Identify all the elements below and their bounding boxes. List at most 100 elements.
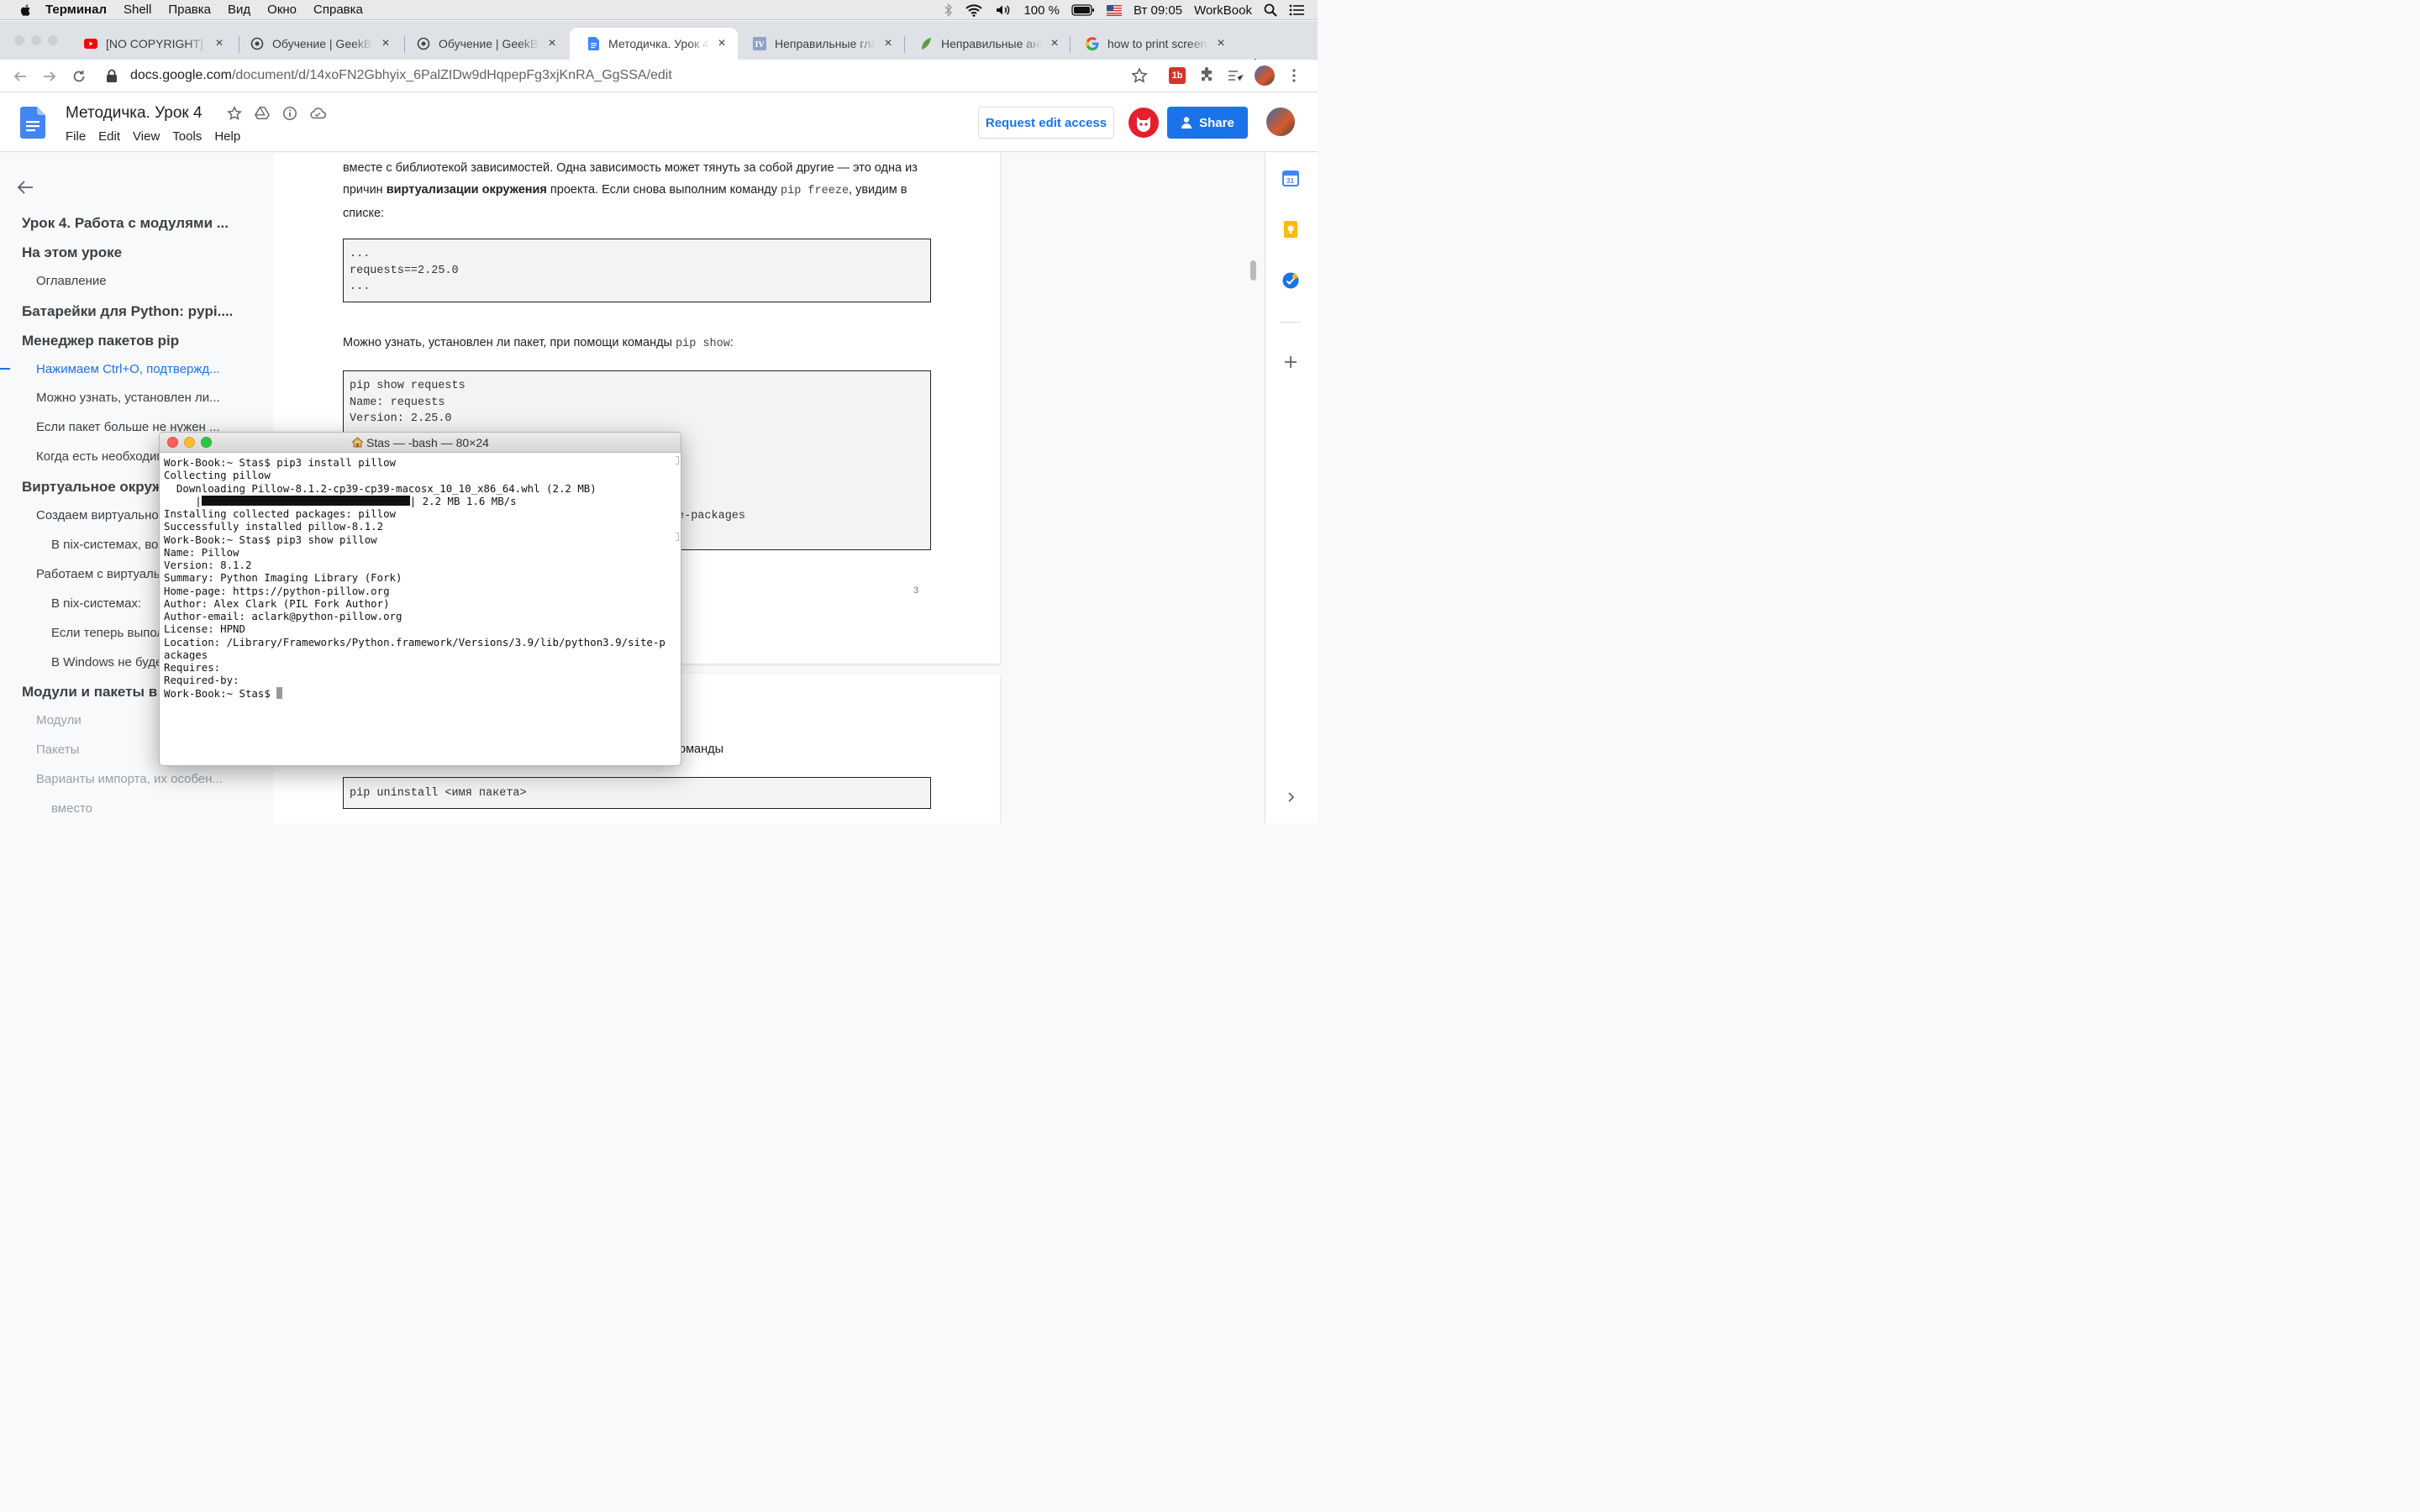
browser-tab[interactable]: Обучение | GeekBra × [234, 28, 402, 60]
reload-icon[interactable] [69, 66, 89, 87]
window-minimize-button[interactable] [31, 35, 41, 45]
code-block: ... requests==2.25.0 ... [343, 239, 931, 302]
menu-window[interactable]: Окно [267, 3, 297, 17]
cloud-saved-icon[interactable] [309, 106, 326, 121]
menu-help[interactable]: Help [214, 129, 240, 144]
document-title[interactable]: Методичка. Урок 4 [66, 104, 203, 123]
menubar-clock[interactable]: Вт 09:05 [1134, 3, 1182, 18]
outline-item[interactable]: Варианты импорта, их особен... [36, 772, 246, 786]
close-outline-arrow-icon[interactable] [17, 180, 34, 195]
google-docs-logo-icon[interactable] [20, 107, 45, 139]
tab-close-icon[interactable]: × [881, 36, 896, 51]
lock-icon[interactable] [106, 69, 118, 82]
outline-item[interactable]: Оглавление [36, 274, 246, 288]
tab-close-icon[interactable]: × [1047, 36, 1062, 51]
browser-tab[interactable]: Обучение | GeekBra × [400, 28, 568, 60]
tab-title: Методичка. Урок 4 - [608, 37, 709, 50]
terminal-line: Version: 8.1.2 [164, 559, 252, 571]
outline-item[interactable]: Менеджер пакетов pip [22, 333, 232, 349]
request-edit-access-button[interactable]: Request edit access [978, 107, 1114, 139]
shell-prompt: Work-Book:~ Stas$ [164, 686, 277, 700]
add-addon-plus-icon[interactable] [1281, 353, 1300, 371]
menu-edit[interactable]: Правка [168, 3, 211, 17]
calendar-icon[interactable]: 31 [1281, 169, 1300, 187]
document-scrollbar-thumb[interactable] [1250, 260, 1256, 281]
outline-item[interactable]: Нажимаем Ctrl+O, подтвержд... [36, 362, 246, 376]
spotlight-search-icon[interactable] [1264, 3, 1277, 17]
browser-tab[interactable]: Неправильные англ × [902, 28, 1071, 60]
outline-item[interactable]: вместо [51, 801, 261, 816]
move-to-drive-icon[interactable] [255, 106, 270, 121]
tab-close-icon[interactable]: × [212, 36, 227, 51]
battery-icon[interactable] [1071, 4, 1095, 16]
menu-file[interactable]: File [66, 129, 86, 144]
tab-close-icon[interactable]: × [544, 36, 560, 51]
back-arrow-icon[interactable] [10, 66, 30, 87]
terminal-output[interactable]: Work-Book:~ Stas$ pip3 install pillow Col… [164, 456, 677, 700]
us-flag-icon[interactable] [1106, 4, 1122, 16]
tab-title: Обучение | GeekBra [272, 37, 373, 50]
bold-text-run: виртуализации окружения [386, 183, 547, 197]
terminal-line: Summary: Python Imaging Library (Fork) [164, 571, 402, 585]
menu-help[interactable]: Справка [313, 3, 363, 17]
more-vertical-icon[interactable] [1286, 67, 1302, 84]
menubar-user[interactable]: WorkBook [1194, 3, 1252, 18]
code-line: ... [350, 281, 371, 293]
tasks-icon[interactable] [1281, 271, 1300, 290]
expand-panel-chevron-icon[interactable] [1281, 788, 1300, 806]
outline-item[interactable]: Урок 4. Работа с модулями ... [22, 215, 232, 232]
outline-item[interactable]: Можно узнать, установлен ли... [36, 391, 246, 405]
info-icon[interactable] [282, 106, 297, 121]
star-icon[interactable] [227, 106, 242, 121]
reading-list-icon[interactable] [1227, 67, 1244, 84]
terminal-line: License: HPND [164, 622, 245, 636]
browser-tab[interactable]: IV Неправильные глаг × [736, 28, 904, 60]
apple-menu-icon[interactable] [18, 3, 34, 18]
menu-shell[interactable]: Shell [124, 3, 151, 17]
menu-view[interactable]: View [133, 129, 160, 144]
menu-tools[interactable]: Tools [172, 129, 202, 144]
browser-tab[interactable]: how to print screen o × [1069, 28, 1237, 60]
terminal-line: ackages [164, 648, 208, 661]
account-avatar[interactable] [1266, 108, 1295, 136]
share-button[interactable]: Share [1167, 107, 1248, 139]
google-docs-icon [587, 37, 600, 50]
tab-title: Неправильные англ [941, 37, 1042, 50]
menu-view[interactable]: Вид [228, 3, 250, 17]
terminal-line: Home-page: https://python-pillow.org [164, 584, 390, 597]
volume-icon[interactable] [995, 3, 1012, 17]
bluetooth-icon[interactable] [944, 3, 953, 17]
profile-avatar[interactable] [1255, 66, 1275, 86]
outline-item[interactable]: Батарейки для Python: pypi.... [22, 303, 232, 320]
bookmark-star-icon[interactable] [1131, 67, 1148, 84]
geekbrains-icon [417, 37, 430, 50]
menu-edit[interactable]: Edit [98, 129, 120, 144]
code-line: ... [350, 248, 371, 260]
url-bar[interactable]: docs.google.com/document/d/14xoFN2Gbhyix… [130, 68, 672, 83]
terminal-window[interactable]: Stas — -bash — 80×24 Work-Book:~ Stas$ p… [159, 432, 681, 766]
browser-tab[interactable]: [NO COPYRIGHT] Cl × [67, 28, 235, 60]
url-host: docs.google.com [130, 68, 232, 82]
terminal-title-bar[interactable]: Stas — -bash — 80×24 [160, 433, 681, 453]
terminal-line: Author: Alex Clark (PIL Fork Author) [164, 596, 390, 610]
terminal-line: Successfully installed pillow-8.1.2 [164, 520, 384, 533]
browser-tab-active[interactable]: Методичка. Урок 4 - × [570, 28, 738, 60]
wifi-icon[interactable] [965, 3, 983, 17]
terminal-line: Author-email: aclark@python-pillow.org [164, 610, 402, 622]
control-center-list-icon[interactable] [1289, 4, 1304, 16]
extensions-puzzle-icon[interactable] [1198, 67, 1215, 84]
tab-close-icon[interactable]: × [1213, 36, 1228, 51]
outline-item[interactable]: На этом уроке [22, 244, 232, 261]
keep-icon[interactable] [1281, 220, 1300, 239]
menu-app-terminal[interactable]: Терминал [45, 3, 107, 17]
tab-close-icon[interactable]: × [714, 36, 729, 51]
extension-1b-icon[interactable]: 1b [1169, 67, 1186, 84]
tab-title: how to print screen o [1107, 37, 1208, 50]
forward-arrow-icon[interactable] [39, 66, 60, 87]
terminal-cursor [276, 686, 283, 699]
window-zoom-button[interactable] [48, 35, 58, 45]
code-line: pip uninstall <имя пакета> [350, 787, 527, 800]
extension-cat-icon[interactable] [1128, 108, 1159, 138]
window-close-button[interactable] [14, 35, 24, 45]
tab-close-icon[interactable]: × [378, 36, 393, 51]
